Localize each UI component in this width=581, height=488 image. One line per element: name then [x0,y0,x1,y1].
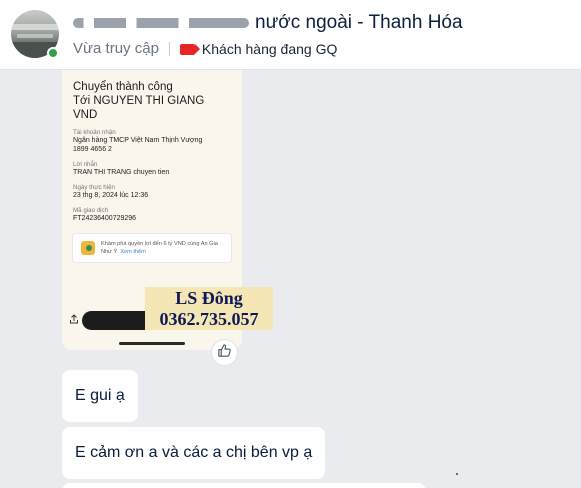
title-obscured-text [73,18,249,28]
watermark-phone: 0362.735.057 [159,309,259,329]
message-text: E cảm ơn a và các a chị bên vp ạ [75,444,313,461]
receipt-content: Chuyển thành công Tới NGUYEN THI GIANG V… [73,80,233,223]
receipt-bank-name: Ngân hàng TMCP Việt Nam Thịnh Vượng [73,137,203,144]
receipt-date-label: Ngày thực hiện [73,184,115,191]
promo-icon [81,241,95,255]
receipt-date: 23 thg 8, 2024 lúc 12:36 [73,192,149,199]
receipt-message: TRAN THI TRANG chuyen tien [73,169,170,176]
label-tag-icon [179,43,200,55]
receipt-recipient: Tới NGUYEN THI GIANG [73,95,205,107]
online-status-dot [47,47,59,59]
receipt-txn-id: FT24236400729296 [73,215,137,222]
message-bubble[interactable]: E gui ạ [62,370,138,422]
receipt-account-number: 1899 4656 2 [73,146,112,153]
home-indicator [119,342,185,345]
receipt-amount: VND [73,108,233,122]
receipt-success-heading: Chuyển thành công [73,81,173,93]
message-bubble[interactable]: E cảm ơn a và các a chị bên vp ạ [62,427,326,479]
header-subline: Vừa truy cập Khách hàng đang GQ [73,40,337,57]
receipt-txn-label: Mã giao dịch [73,207,109,214]
watermark-stamp: LS Đông 0362.735.057 [145,287,273,330]
cursor-dot [456,473,458,475]
message-bubble-partial[interactable] [62,483,426,488]
chat-header: nước ngoài - Thanh Hóa Vừa truy cập Khách… [0,0,581,70]
last-active-status: Vừa truy cập [73,40,159,57]
customer-tag-label[interactable]: Khách hàng đang GQ [202,41,337,57]
like-reaction-button[interactable] [211,339,238,366]
share-icon [69,314,79,327]
receipt-account-label: Tài khoản nhận [73,129,116,136]
conversation-title[interactable]: nước ngoài - Thanh Hóa [73,12,463,38]
receipt-message-label: Lời nhắn [73,161,98,168]
title-text: nước ngoài - Thanh Hóa [255,12,463,33]
watermark-name: LS Đông [175,288,243,308]
promo-text: Khám phá quyền lợi đến 6 tỷ VND cùng An … [101,241,218,255]
thumbs-up-icon [217,343,232,363]
divider [168,42,170,57]
message-text: E gui ạ [75,387,125,404]
receipt-promo-banner: Khám phá quyền lợi đến 6 tỷ VND cùng An … [72,233,232,263]
